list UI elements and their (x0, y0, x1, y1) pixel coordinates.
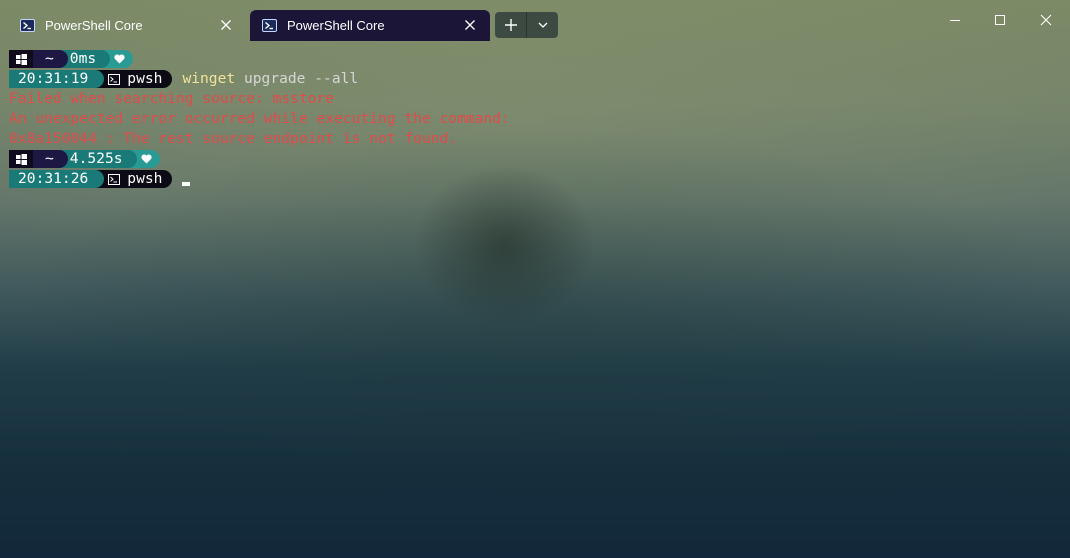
execution-time-text: 0ms (69, 50, 97, 67)
chevron-down-icon (538, 22, 547, 28)
title-bar: PowerShell Core PowerShell Core (0, 0, 1070, 41)
minimize-button[interactable] (940, 6, 970, 34)
error-line: 0x8a150044 : The rest source endpoint is… (9, 130, 458, 147)
terminal-icon (108, 73, 121, 85)
execution-time-text: 4.525s (69, 150, 123, 167)
text-cursor (182, 182, 191, 186)
command-name: winget (182, 70, 236, 87)
prompt-input-line: 20:31:26 pwsh (9, 169, 191, 189)
clock-text: 20:31:26 (18, 170, 89, 187)
new-tab-dropdown-button[interactable] (527, 12, 558, 38)
plus-icon (504, 19, 517, 31)
maximize-button[interactable] (985, 6, 1015, 34)
tab-powershell-1[interactable]: PowerShell Core (8, 10, 246, 41)
os-segment (9, 150, 33, 168)
new-tab-group (495, 12, 558, 38)
execution-time-segment: 4.525s (59, 150, 137, 168)
tab-close-button[interactable] (462, 17, 478, 33)
error-line: Failed when searching source: msstore (9, 90, 335, 107)
windows-icon (16, 153, 27, 165)
os-segment (9, 50, 33, 68)
heart-icon (140, 154, 152, 164)
shell-name: pwsh (127, 170, 163, 187)
clock-text: 20:31:19 (18, 70, 89, 87)
path-text: ~ (45, 150, 54, 167)
prompt-input-line: 20:31:19 pwsh winget upgrade --all (9, 69, 358, 89)
close-icon (1040, 14, 1052, 26)
path-segment: ~ (33, 150, 68, 168)
minimize-icon (950, 20, 960, 21)
maximize-icon (995, 15, 1005, 25)
clock-segment: 20:31:19 (9, 70, 105, 88)
terminal-icon (108, 173, 121, 185)
error-line: An unexpected error occurred while execu… (9, 110, 510, 127)
prompt-status-line: ~ 4.525s (9, 149, 160, 169)
terminal-pane[interactable]: ~ 0ms 20:31:19 pwsh winget upgrade --all… (0, 41, 1070, 558)
shell-segment: pwsh (96, 70, 173, 88)
close-icon (465, 20, 475, 30)
command-args: upgrade --all (235, 70, 359, 87)
shell-segment: pwsh (96, 170, 173, 188)
powershell-icon (262, 19, 277, 32)
path-text: ~ (45, 50, 54, 67)
close-icon (221, 20, 231, 30)
prompt-status-line: ~ 0ms (9, 49, 134, 69)
shell-name: pwsh (127, 70, 163, 87)
powershell-icon (20, 19, 35, 32)
tab-title: PowerShell Core (287, 18, 385, 33)
path-segment: ~ (33, 50, 68, 68)
clock-segment: 20:31:26 (9, 170, 105, 188)
tab-title: PowerShell Core (45, 18, 143, 33)
heart-icon (114, 54, 125, 64)
close-window-button[interactable] (1031, 6, 1061, 34)
tab-close-button[interactable] (218, 17, 234, 33)
windows-icon (16, 53, 27, 65)
new-tab-button[interactable] (495, 12, 527, 38)
tab-powershell-2[interactable]: PowerShell Core (250, 10, 490, 41)
